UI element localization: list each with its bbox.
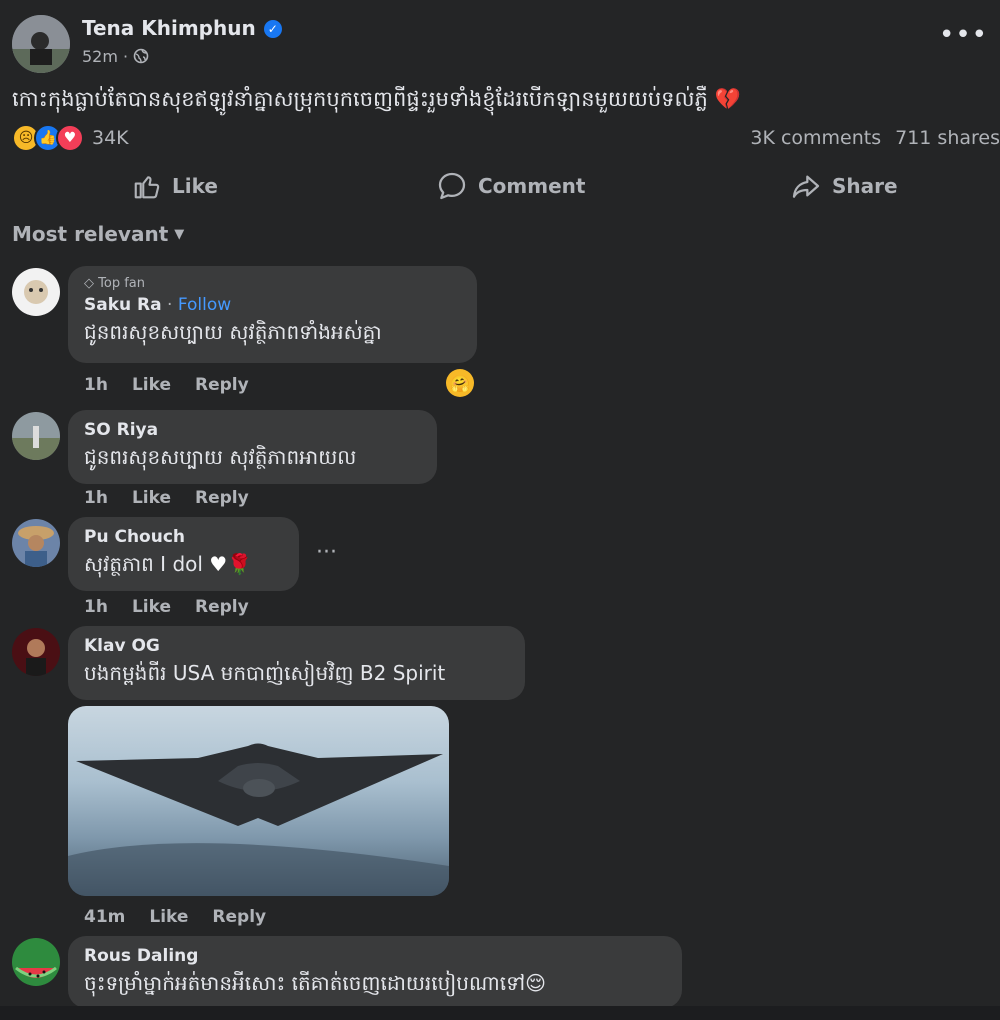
- reaction-summary[interactable]: ☹ 👍 ♥ 34K: [12, 124, 129, 152]
- commenter-avatar[interactable]: [12, 412, 60, 460]
- follow-link[interactable]: Follow: [178, 295, 231, 315]
- relieved-face-icon: 😌: [525, 971, 546, 995]
- comment-sort-dropdown[interactable]: Most relevant ▼: [12, 222, 184, 246]
- shares-count[interactable]: 711 shares: [895, 127, 1000, 149]
- comment-meta: 41m Like Reply: [84, 907, 290, 927]
- comment-text: សុវត្ថភាព I dol: [84, 552, 203, 576]
- top-fan-label: Top fan: [98, 276, 145, 291]
- post-more-icon[interactable]: •••: [939, 20, 988, 50]
- comment-age[interactable]: 1h: [84, 488, 108, 508]
- commenter-avatar[interactable]: [12, 268, 60, 316]
- comment-bubble: Rous Daling ចុះទម្រាំម្នាក់អត់មានអីសោះ ត…: [68, 936, 682, 1008]
- post-text: កោះកុងធ្លាប់តែបានសុខឥឡូវនាំគ្នាសម្រុកបុក…: [12, 86, 741, 117]
- name-separator: ·: [161, 295, 178, 315]
- comment-meta: 1h Like Reply: [84, 375, 273, 395]
- rose-icon: 🌹: [227, 552, 253, 576]
- author-name[interactable]: Tena Khimphun ✓: [82, 16, 282, 40]
- comment-like-button[interactable]: Like: [132, 488, 171, 508]
- bottom-divider: [0, 1006, 1000, 1020]
- comment-text: ចុះទម្រាំម្នាក់អត់មានអីសោះ តើគាត់ចេញដោយរ…: [84, 971, 526, 995]
- commenter-avatar[interactable]: [12, 628, 60, 676]
- caret-down-icon: ▼: [174, 227, 185, 242]
- post-time[interactable]: 52m: [82, 47, 118, 66]
- love-reaction-icon: ♥: [56, 124, 84, 152]
- comment-like-button[interactable]: Like: [132, 597, 171, 617]
- meta-separator: ·: [123, 47, 129, 66]
- commenter-name[interactable]: SO Riya: [84, 420, 421, 440]
- comment-text-row: ចុះទម្រាំម្នាក់អត់មានអីសោះ តើគាត់ចេញដោយរ…: [84, 970, 666, 1000]
- like-icon: [134, 176, 160, 199]
- commenter-name[interactable]: Klav OG: [84, 636, 509, 656]
- comment-bubble: ◇ Top fan Saku Ra · Follow ជូនពរសុខសប្បា…: [68, 266, 477, 363]
- comment-reply-button[interactable]: Reply: [195, 375, 249, 395]
- diamond-icon: ◇: [84, 276, 94, 291]
- comment-text: បងកម្ពង់ពីរ USA មកបាញ់សៀមវិញ B2 Spirit: [84, 661, 446, 685]
- comment-bubble: Pu Chouch សុវត្ថភាព I dol ♥🌹: [68, 517, 299, 591]
- comment-text-row: សុវត្ថភាព I dol ♥🌹: [84, 551, 283, 581]
- verified-badge-icon: ✓: [263, 20, 282, 38]
- commenter-name[interactable]: Saku Ra: [84, 295, 162, 315]
- b2-bomber-image: [68, 743, 449, 896]
- like-button[interactable]: Like: [132, 168, 218, 204]
- post-meta: 52m ·: [82, 47, 149, 66]
- like-label: Like: [172, 174, 218, 198]
- comment-text: ជូនពរសុខសប្បាយ សុវត្ថិភាពអាយល: [84, 445, 357, 469]
- post-text-content: កោះកុងធ្លាប់តែបានសុខឥឡូវនាំគ្នាសម្រុកបុក…: [12, 87, 708, 111]
- comment-text: ជូនពរសុខសប្បាយ សុវត្ថិភាពទាំងអស់គ្នា: [84, 320, 382, 344]
- comment-meta: 1h Like Reply: [84, 488, 273, 508]
- commenter-name-row: Saku Ra · Follow: [84, 295, 461, 315]
- commenter-name[interactable]: Rous Daling: [84, 946, 666, 966]
- top-fan-badge: ◇ Top fan: [84, 276, 461, 291]
- commenter-avatar[interactable]: [12, 938, 60, 986]
- comment-like-button[interactable]: Like: [149, 907, 188, 927]
- share-button[interactable]: Share: [790, 168, 898, 204]
- reaction-count[interactable]: 34K: [92, 127, 129, 149]
- comment-bubble: SO Riya ជូនពរសុខសប្បាយ សុវត្ថិភាពអាយល: [68, 410, 437, 484]
- comment-icon: [438, 172, 466, 200]
- comment-reply-button[interactable]: Reply: [195, 597, 249, 617]
- sort-label: Most relevant: [12, 222, 169, 246]
- comment-image-attachment[interactable]: [68, 706, 449, 896]
- care-reaction-icon[interactable]: 🤗: [446, 369, 474, 397]
- comment-age[interactable]: 1h: [84, 597, 108, 617]
- commenter-avatar[interactable]: [12, 519, 60, 567]
- white-heart-icon: ♥: [209, 552, 228, 576]
- comment-reply-button[interactable]: Reply: [195, 488, 249, 508]
- globe-icon: [133, 48, 149, 64]
- share-icon: [792, 175, 820, 198]
- post-stats: 3K comments 711 shares: [736, 127, 1000, 149]
- broken-heart-icon: 💔: [714, 87, 741, 111]
- comment-label: Comment: [478, 174, 586, 198]
- comment-bubble: Klav OG បងកម្ពង់ពីរ USA មកបាញ់សៀមវិញ B2 …: [68, 626, 525, 700]
- comment-age[interactable]: 41m: [84, 907, 125, 927]
- comment-age[interactable]: 1h: [84, 375, 108, 395]
- comment-like-button[interactable]: Like: [132, 375, 171, 395]
- comment-reply-button[interactable]: Reply: [212, 907, 266, 927]
- author-name-link[interactable]: Tena Khimphun: [82, 16, 256, 40]
- comment-button[interactable]: Comment: [436, 168, 585, 204]
- author-avatar[interactable]: [12, 15, 70, 73]
- comment-more-icon[interactable]: ···: [316, 540, 337, 565]
- comments-count[interactable]: 3K comments: [750, 127, 881, 149]
- commenter-name[interactable]: Pu Chouch: [84, 527, 283, 547]
- comment-meta: 1h Like Reply: [84, 597, 273, 617]
- share-label: Share: [832, 174, 898, 198]
